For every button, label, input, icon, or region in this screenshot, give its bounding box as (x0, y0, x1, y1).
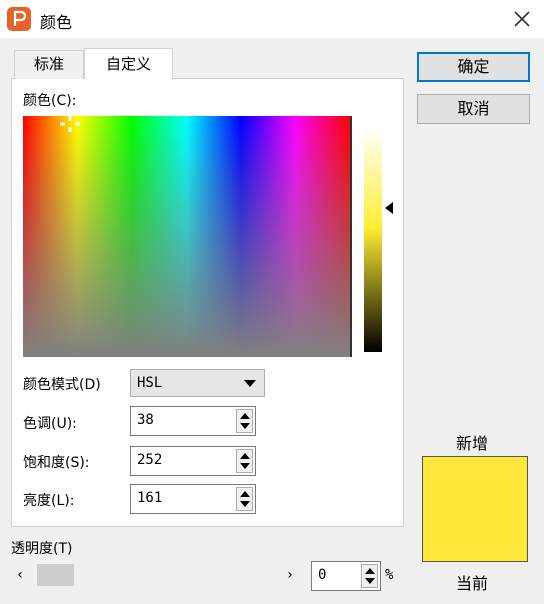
luminance-value: 161 (137, 490, 163, 506)
spin-down-icon[interactable] (240, 501, 250, 507)
cancel-button[interactable]: 取消 (417, 94, 530, 124)
current-color-label: 当前 (456, 574, 489, 593)
transparency-value: 0 (318, 567, 327, 583)
hue-input[interactable]: 38 (130, 406, 256, 436)
color-spectrum[interactable] (23, 116, 352, 357)
app-logo-icon (7, 7, 31, 31)
transparency-spinner[interactable] (361, 564, 378, 588)
color-label: 颜色(C): (23, 93, 77, 109)
tab-custom[interactable]: 自定义 (84, 48, 173, 79)
percent-unit: % (385, 567, 394, 583)
new-color-label: 新增 (456, 434, 489, 453)
luminance-slider[interactable] (364, 126, 382, 352)
transparency-label: 透明度(T) (11, 541, 73, 557)
color-mode-value: HSL (137, 375, 163, 391)
luminance-spinner[interactable] (236, 487, 253, 511)
color-preview-swatch (422, 456, 528, 562)
triangle-left-icon[interactable] (384, 201, 394, 215)
spin-up-icon[interactable] (240, 453, 250, 459)
spin-up-icon[interactable] (365, 568, 375, 574)
chevron-left-icon[interactable]: ‹ (11, 566, 29, 584)
luminance-label: 亮度(L): (23, 493, 75, 509)
crosshair-icon[interactable] (58, 114, 82, 134)
transparency-scrollbar[interactable]: ‹ › (11, 563, 301, 587)
saturation-input[interactable]: 252 (130, 446, 256, 476)
color-mode-select[interactable]: HSL (130, 369, 265, 397)
scrollbar-thumb[interactable] (37, 564, 74, 586)
saturation-value: 252 (137, 452, 163, 468)
transparency-input[interactable]: 0 (311, 561, 381, 591)
spin-up-icon[interactable] (240, 413, 250, 419)
color-mode-label: 颜色模式(D) (23, 377, 101, 393)
saturation-label: 饱和度(S): (23, 455, 90, 471)
chevron-right-icon[interactable]: › (281, 566, 299, 584)
hue-label: 色调(U): (23, 416, 77, 432)
luminance-input[interactable]: 161 (130, 484, 256, 514)
ok-button[interactable]: 确定 (417, 52, 530, 82)
spin-down-icon[interactable] (240, 463, 250, 469)
close-icon[interactable] (510, 7, 534, 31)
window-title: 颜色 (40, 13, 73, 32)
chevron-down-icon (244, 380, 256, 387)
spin-up-icon[interactable] (240, 491, 250, 497)
spin-down-icon[interactable] (365, 578, 375, 584)
hue-value: 38 (137, 412, 154, 428)
hue-spinner[interactable] (236, 409, 253, 433)
saturation-spinner[interactable] (236, 449, 253, 473)
title-bar (0, 0, 544, 38)
tab-standard[interactable]: 标准 (14, 50, 84, 79)
spin-down-icon[interactable] (240, 423, 250, 429)
